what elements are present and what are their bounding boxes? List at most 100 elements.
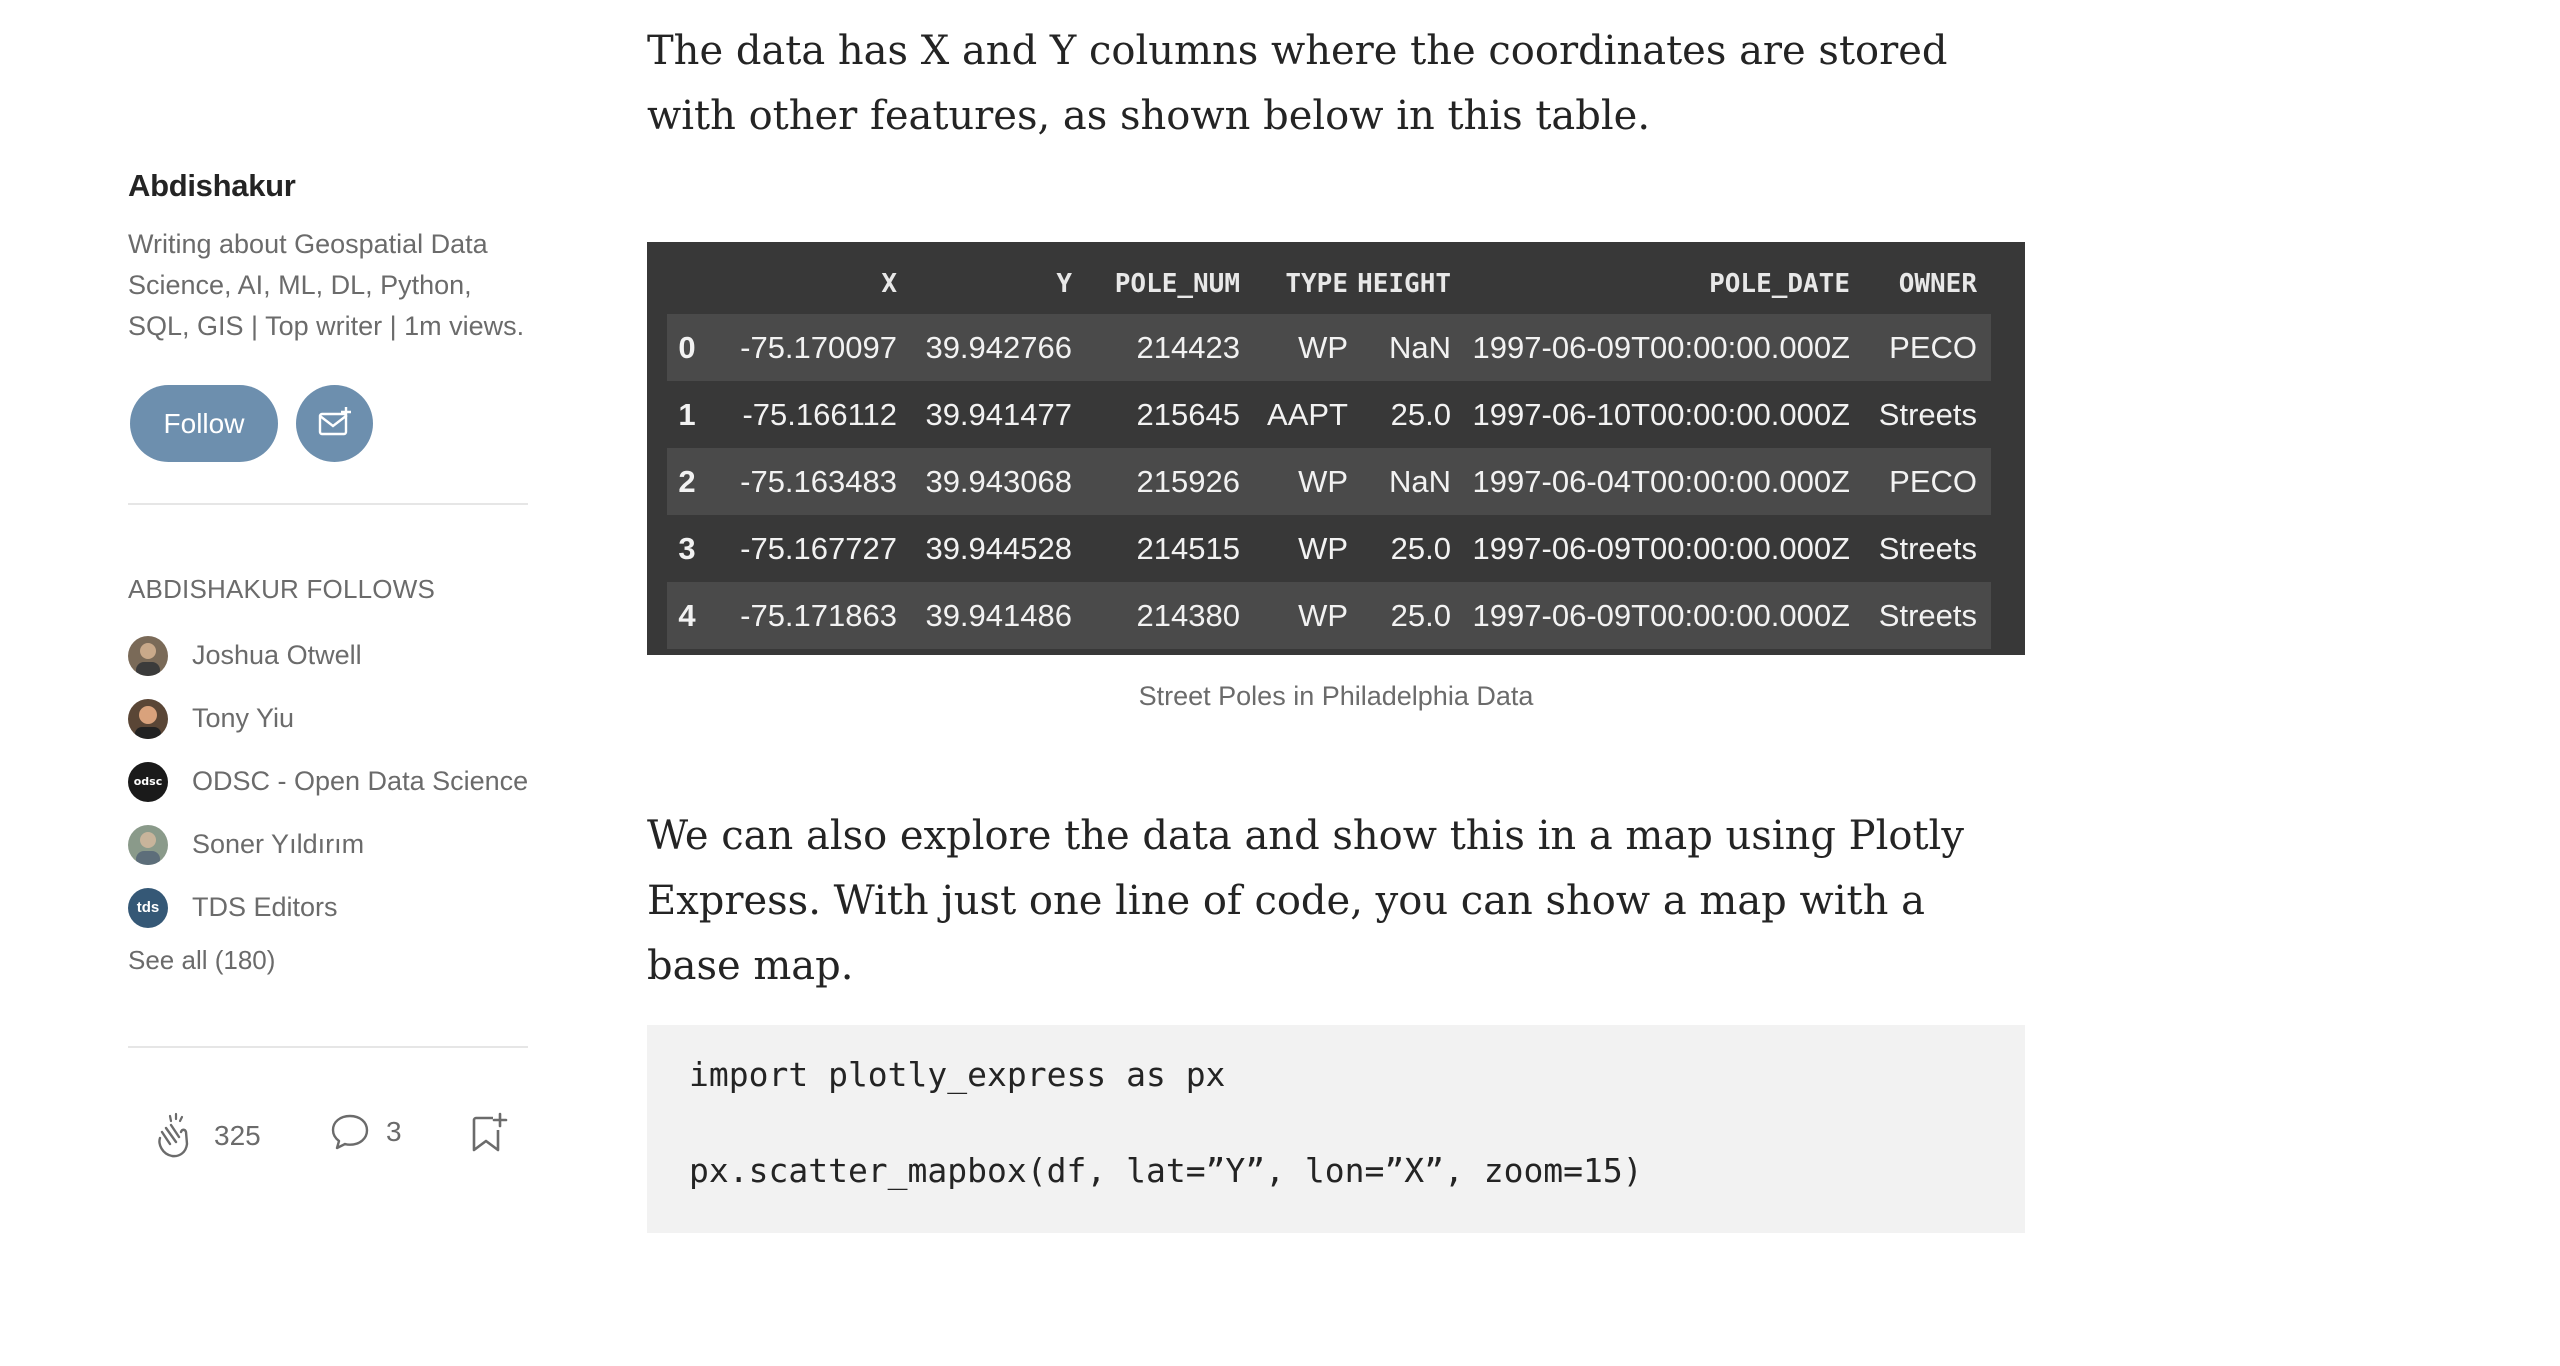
- avatar: [128, 824, 168, 865]
- avatar: [128, 698, 168, 739]
- follow-button[interactable]: Follow: [130, 385, 278, 462]
- follow-item[interactable]: Tony Yiu: [128, 687, 548, 750]
- table-cell: 39.942766: [897, 314, 1072, 381]
- author-bio: Writing about Geospatial Data Science, A…: [128, 229, 525, 341]
- comment-icon: [331, 1114, 369, 1150]
- table-header: OWNER: [1898, 269, 1977, 299]
- sidebar-divider: [128, 503, 528, 505]
- avatar: tds: [128, 887, 168, 928]
- follow-name: ODSC - Open Data Science: [192, 766, 529, 796]
- table-row: 1 -75.166112 39.941477 215645 AAPT 25.0 …: [667, 381, 1991, 448]
- table-cell: PECO: [1850, 314, 1991, 381]
- table-cell: Streets: [1850, 381, 1991, 448]
- table-cell: 25.0: [1348, 582, 1451, 649]
- follow-item[interactable]: tds TDS Editors: [128, 876, 548, 939]
- mail-plus-icon: [318, 406, 351, 435]
- table-cell: 4: [667, 582, 707, 649]
- table-cell: -75.171863: [707, 582, 897, 649]
- table-cell: NaN: [1348, 314, 1451, 381]
- table-header: POLE_DATE: [1709, 269, 1850, 299]
- code-line: px.scatter_mapbox(df, lat=”Y”, lon=”X”, …: [689, 1151, 1643, 1190]
- table-cell: 214380: [1072, 582, 1240, 649]
- follows-list: Joshua Otwell Tony Yiu odsc ODSC - Open …: [128, 624, 548, 939]
- table-row: 0 -75.170097 39.942766 214423 WP NaN 199…: [667, 314, 1991, 381]
- clap-icon: [158, 1112, 189, 1158]
- table-cell: 214515: [1072, 515, 1240, 582]
- table-header: X: [881, 269, 897, 299]
- table-cell: NaN: [1348, 448, 1451, 515]
- response-count: 3: [386, 1116, 402, 1147]
- follow-item[interactable]: Joshua Otwell: [128, 624, 548, 687]
- table-cell: -75.167727: [707, 515, 897, 582]
- table-cell: 215926: [1072, 448, 1240, 515]
- table-row: 4 -75.171863 39.941486 214380 WP 25.0 19…: [667, 582, 1991, 649]
- article-actions: 325 3: [148, 1110, 548, 1170]
- table-cell: 1997-06-09T00:00:00.000Z: [1451, 582, 1850, 649]
- table-cell: 1997-06-04T00:00:00.000Z: [1451, 448, 1850, 515]
- figure-caption: Street Poles in Philadelphia Data: [1138, 681, 1534, 711]
- table-cell: 39.944528: [897, 515, 1072, 582]
- code-line: import plotly_express as px: [689, 1055, 1226, 1094]
- author-name[interactable]: Abdishakur: [128, 168, 296, 204]
- table-cell: WP: [1240, 515, 1348, 582]
- avatar: [128, 635, 168, 676]
- table-cell: 1997-06-09T00:00:00.000Z: [1451, 515, 1850, 582]
- table-cell: AAPT: [1240, 381, 1348, 448]
- table-cell: 25.0: [1348, 515, 1451, 582]
- dataframe-figure: X Y POLE_NUM TYPE HEIGHT POLE_DATE OWNER…: [647, 242, 2025, 655]
- avatar-text: odsc: [133, 775, 163, 788]
- table-cell: 0: [667, 314, 707, 381]
- clap-count: 325: [214, 1120, 261, 1151]
- author-sidebar: Abdishakur Writing about Geospatial Data…: [128, 0, 528, 1366]
- table-row: 3 -75.167727 39.944528 214515 WP 25.0 19…: [667, 515, 1991, 582]
- table-cell: WP: [1240, 314, 1348, 381]
- table-cell: 1997-06-09T00:00:00.000Z: [1451, 314, 1850, 381]
- article-paragraph: We can also explore the data and show th…: [647, 813, 1964, 989]
- follow-name: TDS Editors: [192, 892, 338, 922]
- table-cell: 214423: [1072, 314, 1240, 381]
- table-cell: 39.941486: [897, 582, 1072, 649]
- table-cell: WP: [1240, 582, 1348, 649]
- responses-button[interactable]: 3: [328, 1110, 402, 1154]
- follow-name: Tony Yiu: [192, 703, 295, 733]
- table-cell: 2: [667, 448, 707, 515]
- follows-heading: ABDISHAKUR FOLLOWS: [128, 574, 435, 604]
- table-header-row: X Y POLE_NUM TYPE HEIGHT POLE_DATE OWNER: [667, 254, 1991, 314]
- table-header: HEIGHT: [1357, 269, 1451, 299]
- sidebar-divider: [128, 1046, 528, 1048]
- table-cell: 25.0: [1348, 381, 1451, 448]
- follow-name: Joshua Otwell: [192, 640, 362, 670]
- see-all-link[interactable]: See all (180): [128, 945, 275, 976]
- table-cell: Streets: [1850, 582, 1991, 649]
- follow-item[interactable]: odsc ODSC - Open Data Science: [128, 750, 548, 813]
- clap-button[interactable]: 325: [148, 1110, 261, 1162]
- table-cell: -75.166112: [707, 381, 897, 448]
- table-cell: Streets: [1850, 515, 1991, 582]
- table-cell: 1: [667, 381, 707, 448]
- table-cell: 215645: [1072, 381, 1240, 448]
- table-cell: 1997-06-10T00:00:00.000Z: [1451, 381, 1850, 448]
- avatar-text: tds: [136, 899, 160, 916]
- table-cell: 39.943068: [897, 448, 1072, 515]
- table-row: 2 -75.163483 39.943068 215926 WP NaN 199…: [667, 448, 1991, 515]
- bookmark-add-icon: [472, 1112, 508, 1152]
- subscribe-email-button[interactable]: [296, 385, 373, 462]
- avatar: odsc: [128, 761, 168, 802]
- table-cell: PECO: [1850, 448, 1991, 515]
- dataframe-table: X Y POLE_NUM TYPE HEIGHT POLE_DATE OWNER…: [667, 254, 1991, 649]
- article-paragraph: The data has X and Y columns where the c…: [647, 28, 1948, 139]
- bookmark-button[interactable]: [466, 1110, 512, 1156]
- follow-item[interactable]: Soner Yıldırım: [128, 813, 548, 876]
- table-header: [667, 254, 707, 314]
- table-cell: WP: [1240, 448, 1348, 515]
- table-header: TYPE: [1285, 269, 1348, 299]
- table-cell: 3: [667, 515, 707, 582]
- table-cell: -75.163483: [707, 448, 897, 515]
- table-header: POLE_NUM: [1114, 269, 1240, 299]
- follow-name: Soner Yıldırım: [192, 829, 365, 859]
- follow-label: Follow: [163, 407, 245, 439]
- table-cell: 39.941477: [897, 381, 1072, 448]
- table-header: Y: [1056, 269, 1072, 299]
- code-block: import plotly_express as px px.scatter_m…: [647, 1025, 2025, 1233]
- table-cell: -75.170097: [707, 314, 897, 381]
